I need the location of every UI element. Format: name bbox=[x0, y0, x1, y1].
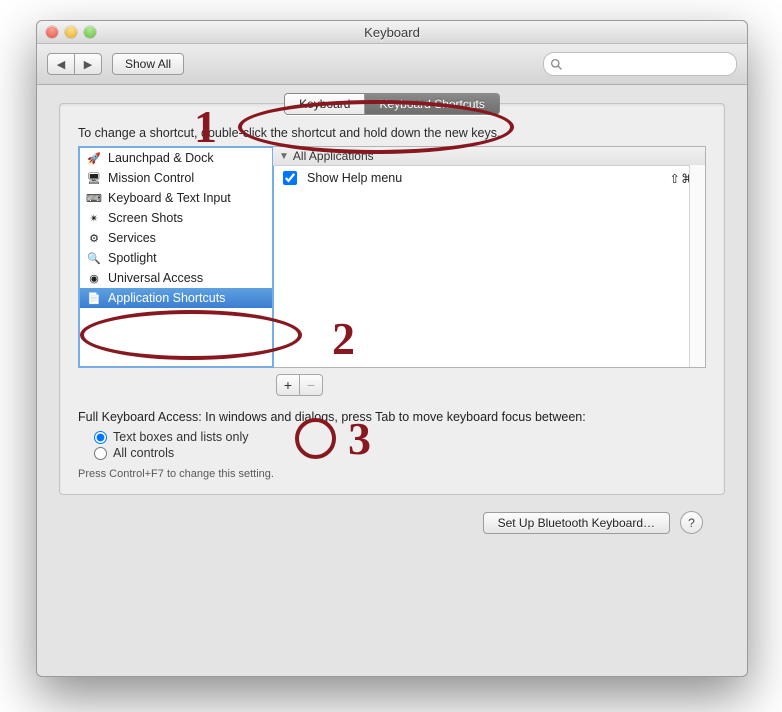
app-icon: 📄 bbox=[86, 290, 102, 306]
radio-all-controls[interactable] bbox=[94, 447, 107, 460]
fka-option-label: All controls bbox=[113, 446, 174, 460]
remove-button[interactable]: − bbox=[299, 374, 323, 396]
category-item[interactable]: 🖥 Mission Control bbox=[80, 168, 272, 188]
kb-text-icon: ⌨ bbox=[86, 190, 102, 206]
category-item[interactable]: 🔍 Spotlight bbox=[80, 248, 272, 268]
fka-radio-group: Text boxes and lists only All controls bbox=[60, 428, 724, 460]
search-input[interactable] bbox=[568, 56, 730, 72]
show-all-button[interactable]: Show All bbox=[112, 53, 184, 75]
fka-option-label: Text boxes and lists only bbox=[113, 430, 249, 444]
fka-label: Full Keyboard Access: In windows and dia… bbox=[60, 396, 724, 428]
footer: Set Up Bluetooth Keyboard… ? bbox=[59, 495, 725, 534]
tab-switcher: Keyboard Keyboard Shortcuts bbox=[284, 93, 500, 115]
content-panel: Keyboard Keyboard Shortcuts To change a … bbox=[59, 103, 725, 495]
universal-icon: ◉ bbox=[86, 270, 102, 286]
add-button[interactable]: + bbox=[276, 374, 300, 396]
forward-button[interactable]: ▶ bbox=[74, 53, 102, 75]
category-label: Launchpad & Dock bbox=[108, 151, 214, 165]
category-item[interactable]: 🚀 Launchpad & Dock bbox=[80, 148, 272, 168]
titlebar: Keyboard bbox=[37, 21, 747, 44]
shortcut-editor: 🚀 Launchpad & Dock 🖥 Mission Control ⌨ Keyboa… bbox=[78, 146, 706, 368]
category-item[interactable]: 📄 Application Shortcuts bbox=[80, 288, 272, 308]
category-label: Universal Access bbox=[108, 271, 203, 285]
category-label: Application Shortcuts bbox=[108, 291, 225, 305]
shortcut-enabled-checkbox[interactable] bbox=[283, 171, 297, 185]
search-icon bbox=[550, 58, 563, 71]
bluetooth-keyboard-button[interactable]: Set Up Bluetooth Keyboard… bbox=[483, 512, 670, 534]
search-field[interactable] bbox=[543, 52, 737, 76]
category-item[interactable]: ⌨ Keyboard & Text Input bbox=[80, 188, 272, 208]
window-title: Keyboard bbox=[37, 25, 747, 40]
back-button[interactable]: ◀ bbox=[47, 53, 75, 75]
close-icon[interactable] bbox=[46, 26, 58, 38]
group-title: All Applications bbox=[293, 149, 374, 163]
launchpad-icon: 🚀 bbox=[86, 150, 102, 166]
mission-icon: 🖥 bbox=[86, 170, 102, 186]
help-button[interactable]: ? bbox=[680, 511, 703, 534]
tab-keyboard-shortcuts[interactable]: Keyboard Shortcuts bbox=[365, 94, 498, 114]
toolbar: ◀ ▶ Show All bbox=[37, 44, 747, 85]
minimize-icon[interactable] bbox=[65, 26, 77, 38]
camera-icon: ✴ bbox=[86, 210, 102, 226]
disclosure-triangle-icon[interactable]: ▼ bbox=[279, 151, 289, 162]
gear-icon: ⚙ bbox=[86, 230, 102, 246]
shortcut-group-header[interactable]: ▼ All Applications bbox=[273, 147, 705, 166]
spotlight-icon: 🔍 bbox=[86, 250, 102, 266]
tab-keyboard[interactable]: Keyboard bbox=[285, 94, 365, 114]
nav-back-forward: ◀ ▶ bbox=[47, 53, 102, 75]
shortcut-list[interactable]: ▼ All Applications Show Help menu⇧⌘/ bbox=[273, 147, 705, 367]
category-label: Services bbox=[108, 231, 156, 245]
fka-option-text-boxes[interactable]: Text boxes and lists only bbox=[94, 430, 706, 444]
preferences-window: Keyboard ◀ ▶ Show All Keyboard Keyboard … bbox=[36, 20, 748, 677]
category-label: Screen Shots bbox=[108, 211, 183, 225]
category-label: Mission Control bbox=[108, 171, 194, 185]
fka-option-all-controls[interactable]: All controls bbox=[94, 446, 706, 460]
category-item[interactable]: ◉ Universal Access bbox=[80, 268, 272, 288]
category-item[interactable]: ✴ Screen Shots bbox=[80, 208, 272, 228]
category-item[interactable]: ⚙ Services bbox=[80, 228, 272, 248]
add-remove-segment: + − bbox=[276, 374, 724, 396]
category-label: Spotlight bbox=[108, 251, 157, 265]
instruction-text: To change a shortcut, double-click the s… bbox=[60, 126, 724, 146]
shortcut-label: Show Help menu bbox=[307, 171, 670, 185]
shortcut-row[interactable]: Show Help menu⇧⌘/ bbox=[273, 166, 705, 190]
scrollbar[interactable] bbox=[689, 165, 705, 367]
category-list[interactable]: 🚀 Launchpad & Dock 🖥 Mission Control ⌨ Keyboa… bbox=[78, 146, 274, 368]
radio-text-boxes[interactable] bbox=[94, 431, 107, 444]
zoom-icon[interactable] bbox=[84, 26, 96, 38]
fka-note: Press Control+F7 to change this setting. bbox=[60, 460, 724, 480]
category-label: Keyboard & Text Input bbox=[108, 191, 231, 205]
